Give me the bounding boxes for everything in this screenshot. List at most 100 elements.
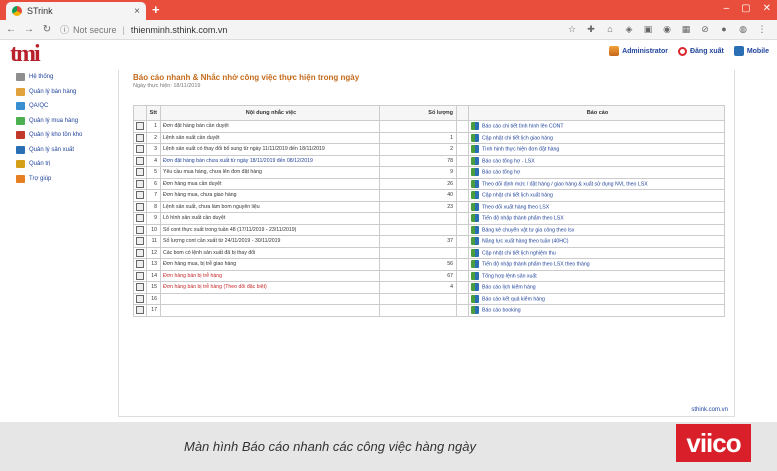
- back-icon[interactable]: ←: [4, 24, 18, 35]
- minimize-button[interactable]: –: [724, 3, 730, 14]
- sidebar-item[interactable]: QA/QC: [16, 99, 120, 114]
- maximize-button[interactable]: ▢: [741, 3, 750, 14]
- warehouse-icon: [16, 131, 25, 140]
- document-icon[interactable]: [136, 191, 144, 200]
- row-stt: 10: [146, 223, 161, 236]
- sidebar-item[interactable]: Quản lý mua hàng: [16, 114, 120, 129]
- logout-link[interactable]: Đăng xuất: [677, 46, 724, 56]
- report-link[interactable]: Năng lực xuất hàng theo tuần (40HC): [482, 239, 569, 245]
- sidebar-item[interactable]: Hệ thống: [16, 70, 120, 85]
- report-link[interactable]: Tình hình thực hiện đơn đặt hàng: [482, 147, 559, 153]
- sidebar-item[interactable]: Trợ giúp: [16, 172, 120, 187]
- row-stt: 8: [146, 200, 161, 213]
- sidebar-item[interactable]: Quản lý sản xuất: [16, 143, 120, 158]
- mobile-link[interactable]: Mobile: [733, 46, 769, 56]
- avatar[interactable]: ◍: [738, 24, 748, 35]
- row-report-cell: Báo cáo kết quả kiểm hàng: [468, 292, 725, 305]
- report-book-icon: [471, 260, 479, 269]
- row-qty: [379, 304, 457, 317]
- sidebar-item[interactable]: Quản lý bán hàng: [16, 85, 120, 100]
- report-link[interactable]: Báo cáo booking: [482, 308, 521, 314]
- help-icon: [16, 174, 25, 183]
- extension-icon[interactable]: ▦: [681, 24, 691, 35]
- report-link[interactable]: Theo dõi định mức / đặt hàng / giao hàng…: [482, 181, 648, 187]
- row-stt: 12: [146, 246, 161, 259]
- document-icon[interactable]: [136, 156, 144, 165]
- row-gap: [456, 212, 469, 225]
- document-icon[interactable]: [136, 237, 144, 246]
- menu-icon[interactable]: ⋮: [757, 24, 767, 35]
- document-icon[interactable]: [136, 225, 144, 234]
- report-link[interactable]: Tiến độ nhập thành phẩm theo LSX theo th…: [482, 262, 590, 268]
- report-link[interactable]: Cập nhật chi tiết lịch nghiệm thu: [482, 250, 556, 256]
- row-report-cell: Tiến độ nhập thành phẩm theo LSX theo th…: [468, 258, 725, 271]
- extension-icon[interactable]: ●: [719, 24, 729, 35]
- extension-icon[interactable]: ✚: [586, 24, 596, 35]
- tab-close-icon[interactable]: ×: [134, 6, 140, 17]
- document-icon[interactable]: [136, 214, 144, 223]
- reload-icon[interactable]: ↻: [40, 24, 54, 35]
- star-icon[interactable]: ☆: [567, 24, 577, 35]
- document-icon[interactable]: [136, 179, 144, 188]
- logout-label: Đăng xuất: [689, 47, 724, 55]
- row-job: Số lượng cont cần xuất từ 24/11/2019 - 3…: [160, 235, 380, 248]
- report-link[interactable]: Báo cáo chi tiết tình hình lên CONT: [482, 124, 564, 130]
- report-link[interactable]: Báo cáo tổng hợ - LSX: [482, 158, 535, 164]
- document-icon[interactable]: [136, 133, 144, 142]
- report-link[interactable]: Báo cáo tổng hợ: [482, 170, 520, 176]
- document-icon[interactable]: [136, 306, 144, 315]
- row-action-cell: [133, 177, 147, 190]
- close-window-button[interactable]: ✕: [763, 3, 771, 14]
- sidebar-item-label: Quản lý kho tồn kho: [29, 132, 83, 139]
- document-icon[interactable]: [136, 294, 144, 303]
- row-qty: 56: [379, 258, 457, 271]
- document-icon[interactable]: [136, 122, 144, 131]
- row-report-cell: Báo cáo tổng hợ - LSX: [468, 154, 725, 167]
- report-link[interactable]: Báo cáo lịch kiểm hàng: [482, 285, 536, 291]
- extension-icon[interactable]: ◉: [662, 24, 672, 35]
- url-text[interactable]: thienminh.sthink.com.vn: [131, 25, 228, 35]
- sidebar-item[interactable]: Quản lý kho tồn kho: [16, 128, 120, 143]
- user-link[interactable]: Administrator: [609, 46, 668, 56]
- document-icon[interactable]: [136, 271, 144, 280]
- header-report: Báo cáo: [468, 105, 725, 121]
- forward-icon[interactable]: →: [22, 24, 36, 35]
- row-job[interactable]: Đơn hàng bán bị trễ hàng: [160, 269, 380, 282]
- header-stt: Stt: [146, 105, 161, 121]
- report-link[interactable]: Tổng hợp lệnh sản xuất: [482, 273, 537, 279]
- extension-icon[interactable]: ⊘: [700, 24, 710, 35]
- extension-icon[interactable]: ⌂: [605, 24, 615, 35]
- row-job: Đơn hàng mua, chưa giao hàng: [160, 189, 380, 202]
- document-icon[interactable]: [136, 283, 144, 292]
- row-gap: [456, 143, 469, 156]
- row-action-cell: [133, 189, 147, 202]
- sidebar-item[interactable]: Quản trị: [16, 157, 120, 172]
- document-icon[interactable]: [136, 260, 144, 269]
- row-stt: 4: [146, 154, 161, 167]
- row-job[interactable]: Đơn đặt hàng bán chưa xuất từ ngày 18/11…: [160, 154, 380, 167]
- extension-icon[interactable]: ▣: [643, 24, 653, 35]
- row-gap: [456, 166, 469, 179]
- report-link[interactable]: Báo cáo kết quả kiểm hàng: [482, 296, 545, 302]
- browser-tab[interactable]: STrink ×: [6, 2, 146, 20]
- row-stt: 6: [146, 177, 161, 190]
- report-link[interactable]: Cập nhật chi tiết lịch xuất hàng: [482, 193, 553, 199]
- row-qty: [379, 120, 457, 133]
- row-job[interactable]: Đơn hàng bán bị trễ hàng (Theo dõi đặc b…: [160, 281, 380, 294]
- row-action-cell: [133, 120, 147, 133]
- document-icon[interactable]: [136, 202, 144, 211]
- table-header-row: Stt Nội dung nhắc việc Số lượng Báo cáo: [133, 105, 725, 121]
- company-logo[interactable]: tmi: [10, 40, 50, 68]
- report-link[interactable]: Tiến độ nhập thành phẩm theo LSX: [482, 216, 564, 222]
- document-icon[interactable]: [136, 248, 144, 257]
- document-icon[interactable]: [136, 168, 144, 177]
- omnibox[interactable]: ⓘ Not secure | thienminh.sthink.com.vn: [60, 23, 227, 36]
- report-link[interactable]: Bảng kê chuyển vật tư gia công theo lsx: [482, 227, 574, 233]
- document-icon[interactable]: [136, 145, 144, 154]
- report-link[interactable]: Theo dõi xuất hàng theo LSX: [482, 204, 549, 210]
- table-row: 15 Đơn hàng bán bị trễ hàng (Theo dõi đặc…: [133, 281, 725, 294]
- new-tab-button[interactable]: +: [152, 2, 160, 17]
- extension-icon[interactable]: ◈: [624, 24, 634, 35]
- info-icon[interactable]: ⓘ: [60, 23, 69, 36]
- report-link[interactable]: Cập nhật chi tiết lịch giao hàng: [482, 135, 553, 141]
